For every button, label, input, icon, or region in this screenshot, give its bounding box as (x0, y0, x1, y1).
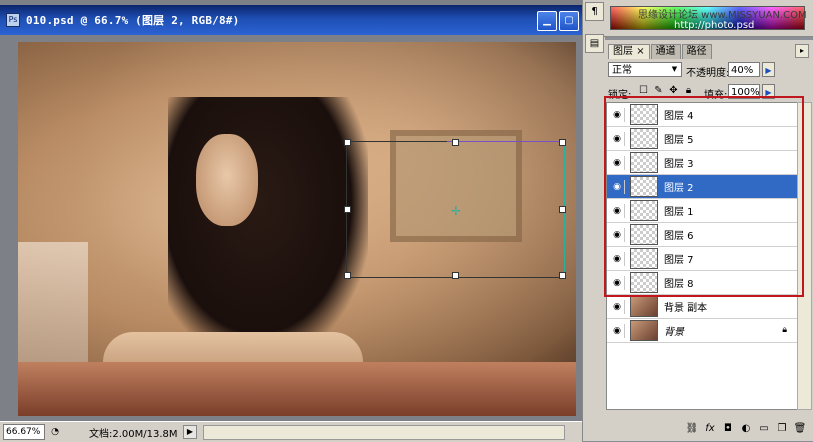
status-info-icon[interactable]: ◔ (49, 426, 61, 438)
layer-thumbnail (630, 296, 658, 317)
layer-row[interactable]: ◉ 背景 🔒︎ (607, 319, 797, 343)
eye-icon[interactable]: ◉ (610, 323, 625, 338)
color-panel: 思缘设计论坛 www.MISSYUAN.COM http://photo.psd (604, 0, 813, 37)
maximize-button[interactable]: ▢ (559, 11, 579, 31)
canvas-face (196, 134, 258, 226)
free-transform-box[interactable]: ✛ (344, 139, 566, 279)
fx-icon[interactable]: fx (703, 422, 717, 436)
tab-channels[interactable]: 通道 (650, 44, 681, 59)
trash-icon[interactable]: 🗑︎ (793, 422, 807, 436)
transform-handle-tm[interactable] (452, 139, 459, 146)
lock-icon: 🔒︎ (782, 325, 787, 335)
photoshop-doc-icon: Ps (6, 13, 20, 27)
link-icon[interactable]: ⛓ (685, 422, 699, 436)
tab-close-icon[interactable]: × (636, 46, 644, 57)
transform-top-edge (447, 141, 564, 142)
layer-name: 背景 副本 (664, 303, 708, 314)
transform-handle-tr[interactable] (559, 139, 566, 146)
lock-transparent-icon[interactable]: ☐ (638, 85, 649, 96)
doc-size-text: 文档:2.00M/13.8M (89, 428, 178, 440)
watermark-url: http://photo.psd (674, 20, 755, 31)
lock-position-icon[interactable]: ✥ (668, 85, 679, 96)
panel-tabs: 图层 × 通道 路径 (608, 44, 712, 59)
opacity-label: 不透明度: (686, 68, 730, 79)
blend-mode-select[interactable]: 正常 ▼ (608, 62, 682, 77)
tab-layers[interactable]: 图层 × (608, 44, 650, 59)
eye-icon[interactable]: ◉ (610, 299, 625, 314)
layer-thumbnail (630, 320, 658, 341)
horizontal-scrollbar[interactable] (203, 424, 565, 440)
zoom-field[interactable]: 66.67% (3, 424, 45, 440)
tab-layers-label: 图层 (613, 46, 633, 57)
panel-dock-strip: ¶ ▤ (582, 0, 605, 441)
window-controls: ▁ ▢ (537, 11, 579, 31)
folder-icon[interactable]: ▭ (757, 422, 771, 436)
adjustment-icon[interactable]: ◐ (739, 422, 753, 436)
canvas-hair (168, 97, 368, 357)
annotation-highlight-box (604, 96, 804, 297)
opacity-slider-arrow-icon[interactable]: ▶ (762, 62, 775, 77)
watermark-text: 思缘设计论坛 www.MISSYUAN.COM (638, 10, 807, 21)
transform-handle-br[interactable] (559, 272, 566, 279)
status-bar: 66.67% ◔ 文档:2.00M/13.8M ▶ (0, 421, 582, 442)
lock-all-icon[interactable]: 🔒︎ (683, 85, 694, 96)
panel-menu-icon[interactable]: ▸ (795, 44, 809, 58)
minimize-button[interactable]: ▁ (537, 11, 557, 31)
transform-handle-tl[interactable] (344, 139, 351, 146)
transform-handle-bm[interactable] (452, 272, 459, 279)
new-layer-icon[interactable]: ❐ (775, 422, 789, 436)
lock-options: ☐ ✎ ✥ 🔒︎ (638, 85, 694, 96)
transform-handle-mr[interactable] (559, 206, 566, 213)
document-title: 010.psd @ 66.7% (图层 2, RGB/8#) (26, 14, 240, 27)
opacity-input[interactable]: 40% (728, 62, 760, 77)
lock-image-icon[interactable]: ✎ (653, 85, 664, 96)
transform-center-icon[interactable]: ✛ (451, 205, 461, 217)
paragraph-icon[interactable]: ¶ (585, 2, 604, 21)
layer-row[interactable]: ◉ 背景 副本 (607, 295, 797, 319)
layer-name: 背景 (664, 327, 684, 338)
tab-paths[interactable]: 路径 (681, 44, 712, 59)
document-titlebar[interactable]: Ps 010.psd @ 66.7% (图层 2, RGB/8#) ▁ ▢ (0, 5, 582, 35)
transform-handle-ml[interactable] (344, 206, 351, 213)
palette-toggle-icon[interactable]: ▤ (585, 34, 604, 53)
mask-icon[interactable]: ◘ (721, 422, 735, 436)
status-menu-arrow-icon[interactable]: ▶ (183, 425, 197, 439)
transform-handle-bl[interactable] (344, 272, 351, 279)
blend-mode-value: 正常 (612, 65, 632, 76)
canvas-sofa (18, 362, 576, 416)
layers-panel-footer: ⛓ fx ◘ ◐ ▭ ❐ 🗑︎ (604, 418, 813, 440)
document-window: Ps 010.psd @ 66.7% (图层 2, RGB/8#) ▁ ▢ ✛ … (0, 0, 582, 442)
chevron-down-icon: ▼ (671, 65, 678, 73)
